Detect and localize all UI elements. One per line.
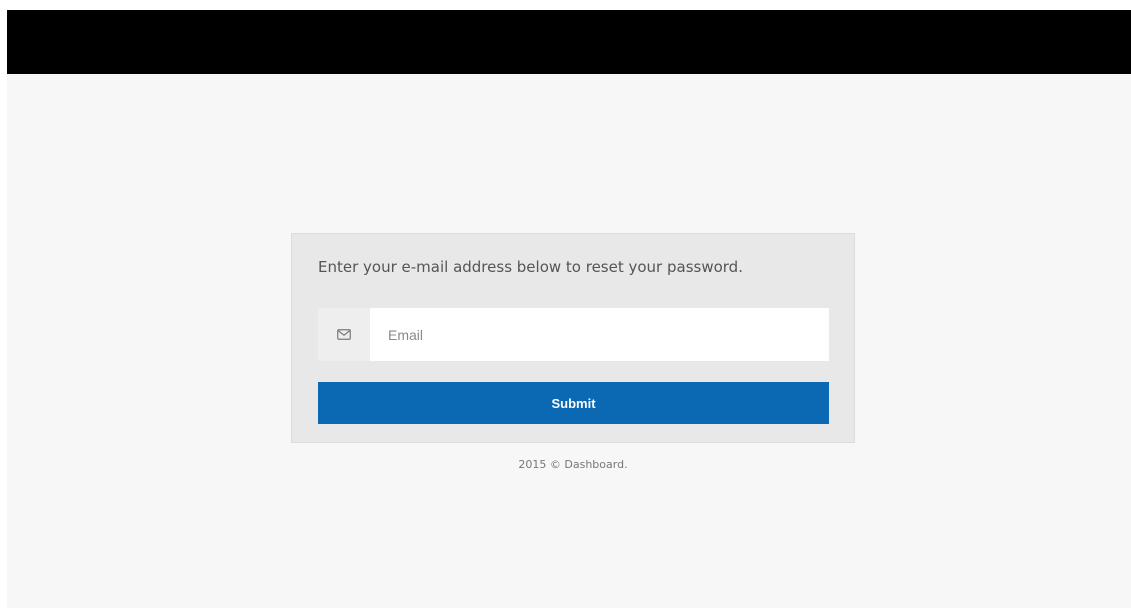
- email-addon: [318, 308, 370, 361]
- email-field[interactable]: [370, 308, 829, 361]
- footer-copyright: 2015 © Dashboard.: [518, 458, 628, 471]
- reset-instructions: Enter your e-mail address below to reset…: [318, 258, 743, 276]
- email-input-group: [318, 308, 829, 361]
- submit-button[interactable]: Submit: [318, 382, 829, 424]
- top-bar: [7, 10, 1131, 74]
- envelope-icon: [337, 329, 351, 340]
- page: Enter your e-mail address below to reset…: [7, 10, 1131, 608]
- reset-password-card: Enter your e-mail address below to reset…: [291, 233, 855, 443]
